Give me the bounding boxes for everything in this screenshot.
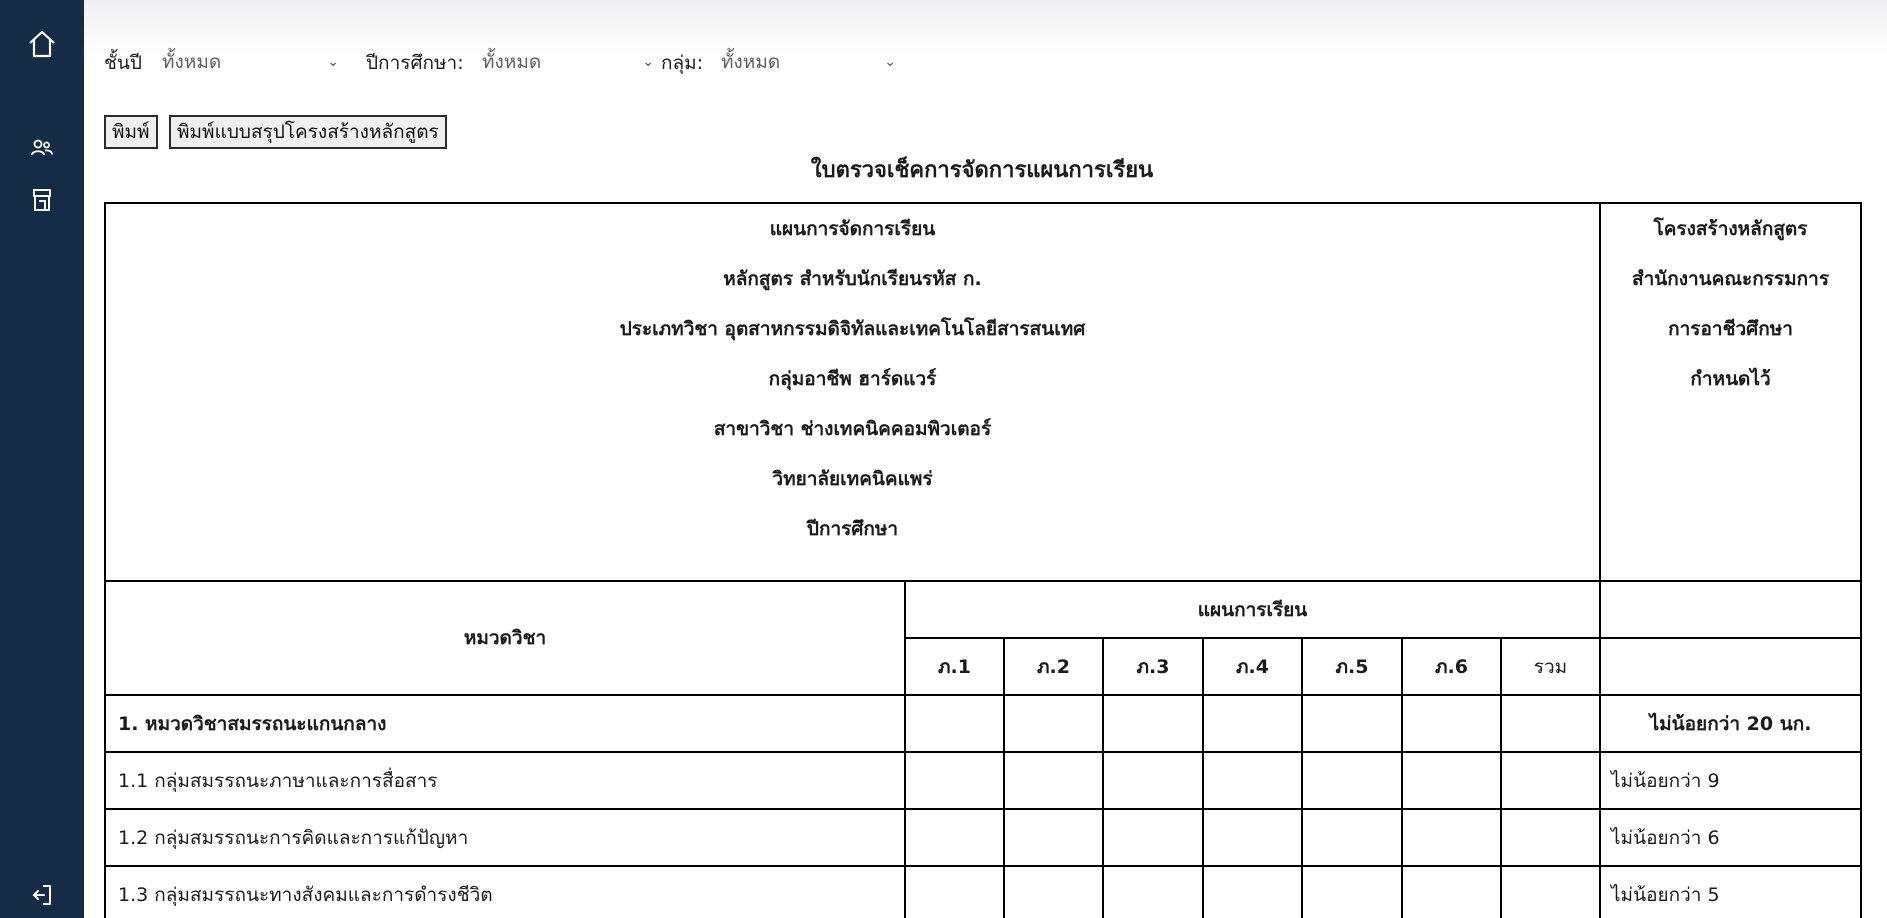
term-cell (1301, 751, 1403, 810)
term-cell (904, 865, 1005, 918)
total-cell (1500, 751, 1601, 810)
term-cell (1301, 865, 1403, 918)
side-header-line: การอาชีวศึกษา (1668, 318, 1793, 340)
term-cell (1003, 751, 1104, 810)
category-cell: 1.1 กลุ่มสมรรถนะภาษาและการสื่อสาร (104, 751, 906, 810)
group-select[interactable]: ทั้งหมด ⌄ (721, 48, 896, 76)
term-header: ภ.1 (904, 637, 1005, 696)
term-cell (1301, 694, 1403, 753)
category-cell: 1. หมวดวิชาสมรรถนะแกนกลาง (104, 694, 906, 753)
table-row: 1.2 กลุ่มสมรรถนะการคิดและการแก้ปัญหา ไม่… (104, 808, 1862, 867)
header-line: วิทยาลัยเทคนิคแพร่ (772, 468, 933, 490)
print-button[interactable]: พิมพ์ (104, 115, 158, 149)
standard-cell: ไม่น้อยกว่า 6 (1599, 808, 1862, 867)
header-line: กลุ่มอาชีพ ฮาร์ดแวร์ (768, 368, 937, 390)
grade-select[interactable]: ทั้งหมด ⌄ (162, 48, 339, 76)
plan-header-block: แผนการจัดการเรียน หลักสูตร สำหรับนักเรีย… (104, 202, 1601, 582)
term-header: ภ.3 (1102, 637, 1204, 696)
term-header: ภ.2 (1003, 637, 1104, 696)
table-row: 1. หมวดวิชาสมรรถนะแกนกลาง ไม่น้อยกว่า 20… (104, 694, 1862, 753)
term-cell (1401, 865, 1502, 918)
academic-year-select[interactable]: ทั้งหมด ⌄ (482, 48, 654, 76)
category-cell: 1.3 กลุ่มสมรรถนะทางสังคมและการดำรงชีวิต (104, 865, 906, 918)
empty-cell (1599, 580, 1862, 639)
structure-header-block: โครงสร้างหลักสูตร สำนักงานคณะกรรมการ การ… (1599, 202, 1862, 582)
header-line: หลักสูตร สำหรับนักเรียนรหัส ก. (723, 268, 982, 290)
term-cell (1401, 751, 1502, 810)
plan-header: แผนการเรียน (904, 580, 1601, 639)
header-line: สาขาวิชา ช่างเทคนิคคอมพิวเตอร์ (713, 418, 992, 440)
term-header: ภ.5 (1301, 637, 1403, 696)
term-cell (1003, 865, 1104, 918)
term-cell (1102, 865, 1204, 918)
category-header: หมวดวิชา (104, 580, 906, 696)
term-cell (1003, 694, 1104, 753)
standard-cell: ไม่น้อยกว่า 5 (1599, 865, 1862, 918)
term-header: ภ.6 (1401, 637, 1502, 696)
term-cell (904, 751, 1005, 810)
document-title: ใบตรวจเช็คการจัดการแผนการเรียน (810, 158, 1154, 183)
term-cell (1301, 808, 1403, 867)
term-cell (1401, 808, 1502, 867)
term-header: ภ.4 (1202, 637, 1303, 696)
total-cell (1500, 808, 1601, 867)
category-cell: 1.2 กลุ่มสมรรถนะการคิดและการแก้ปัญหา (104, 808, 906, 867)
empty-cell (1599, 637, 1862, 696)
term-cell (1102, 808, 1204, 867)
term-cell (1003, 808, 1104, 867)
group-label: กลุ่ม: (661, 52, 704, 74)
total-cell (1500, 865, 1601, 918)
home-icon[interactable] (0, 28, 84, 60)
standard-cell: ไม่น้อยกว่า 20 นก. (1599, 694, 1862, 753)
term-cell (1202, 865, 1303, 918)
store-icon[interactable] (0, 188, 84, 212)
side-header-line: กำหนดไว้ (1690, 368, 1771, 390)
term-cell (904, 808, 1005, 867)
academic-year-select-value: ทั้งหมด (482, 51, 542, 73)
term-cell (1102, 694, 1204, 753)
grade-label: ชั้นปี (104, 52, 142, 74)
logout-icon[interactable] (0, 884, 84, 906)
top-bar (84, 0, 1887, 60)
academic-year-label: ปีการศึกษา: (366, 52, 464, 74)
sidebar (0, 0, 84, 918)
term-cell (1202, 694, 1303, 753)
print-summary-button[interactable]: พิมพ์แบบสรุปโครงสร้างหลักสูตร (169, 115, 447, 149)
term-cell (1401, 694, 1502, 753)
term-cell (1202, 751, 1303, 810)
term-cell (1102, 751, 1204, 810)
term-cell (1202, 808, 1303, 867)
chevron-down-icon: ⌄ (327, 54, 339, 70)
chevron-down-icon: ⌄ (884, 54, 896, 70)
side-header-line: โครงสร้างหลักสูตร (1653, 218, 1808, 240)
table-row: 1.1 กลุ่มสมรรถนะภาษาและการสื่อสาร ไม่น้อ… (104, 751, 1862, 810)
side-header-line: สำนักงานคณะกรรมการ (1631, 268, 1830, 290)
study-plan-table: แผนการจัดการเรียน หลักสูตร สำหรับนักเรีย… (104, 202, 1862, 918)
chevron-down-icon: ⌄ (642, 54, 654, 70)
users-icon[interactable] (0, 138, 84, 158)
header-line: ปีการศึกษา (806, 518, 899, 540)
group-select-value: ทั้งหมด (721, 51, 781, 73)
header-line: แผนการจัดการเรียน (769, 218, 936, 240)
total-header: รวม (1500, 637, 1601, 696)
standard-cell: ไม่น้อยกว่า 9 (1599, 751, 1862, 810)
grade-select-value: ทั้งหมด (162, 51, 222, 73)
total-cell (1500, 694, 1601, 753)
header-line: ประเภทวิชา อุตสาหกรรมดิจิทัลและเทคโนโลยี… (619, 318, 1086, 340)
term-cell (904, 694, 1005, 753)
table-row: 1.3 กลุ่มสมรรถนะทางสังคมและการดำรงชีวิต … (104, 865, 1862, 918)
